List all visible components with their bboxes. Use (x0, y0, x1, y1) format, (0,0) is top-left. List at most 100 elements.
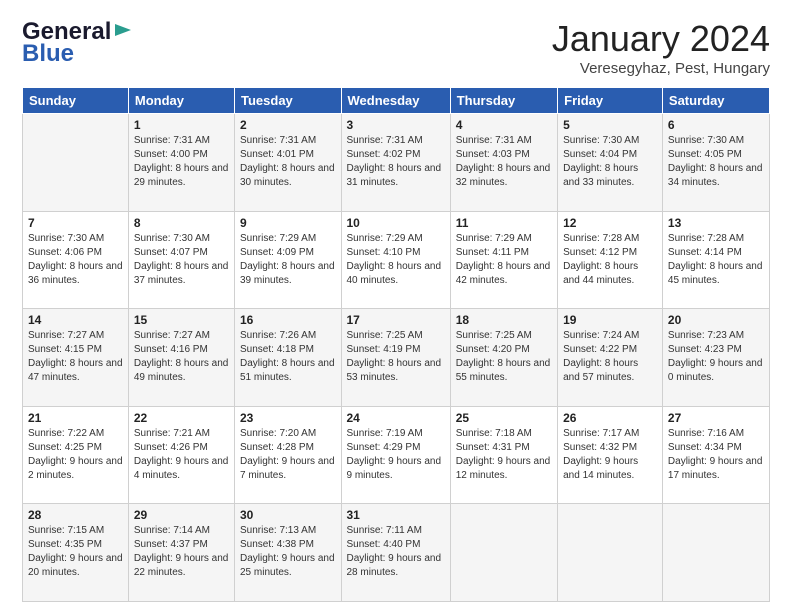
cell-4-4 (450, 504, 557, 602)
cell-info: Sunrise: 7:23 AMSunset: 4:23 PMDaylight:… (668, 329, 764, 385)
cell-4-3: 31 Sunrise: 7:11 AMSunset: 4:40 PMDayligh… (341, 504, 450, 602)
day-number: 25 (456, 411, 552, 425)
cell-info: Sunrise: 7:29 AMSunset: 4:11 PMDaylight:… (456, 232, 552, 288)
cell-info: Sunrise: 7:31 AMSunset: 4:03 PMDaylight:… (456, 134, 552, 190)
cell-info: Sunrise: 7:28 AMSunset: 4:14 PMDaylight:… (668, 232, 764, 288)
day-number: 22 (134, 411, 229, 425)
page: General Blue January 2024 Veresegyhaz, P… (0, 0, 792, 612)
cell-info: Sunrise: 7:22 AMSunset: 4:25 PMDaylight:… (28, 427, 123, 483)
calendar-table: Sunday Monday Tuesday Wednesday Thursday… (22, 87, 770, 602)
day-number: 18 (456, 313, 552, 327)
calendar-subtitle: Veresegyhaz, Pest, Hungary (552, 60, 770, 77)
day-number: 13 (668, 216, 764, 230)
day-number: 11 (456, 216, 552, 230)
day-number: 6 (668, 118, 764, 132)
header: General Blue January 2024 Veresegyhaz, P… (22, 18, 770, 77)
cell-info: Sunrise: 7:24 AMSunset: 4:22 PMDaylight:… (563, 329, 657, 385)
cell-0-4: 4 Sunrise: 7:31 AMSunset: 4:03 PMDaylight… (450, 114, 557, 212)
cell-info: Sunrise: 7:16 AMSunset: 4:34 PMDaylight:… (668, 427, 764, 483)
cell-info: Sunrise: 7:30 AMSunset: 4:04 PMDaylight:… (563, 134, 657, 190)
col-monday: Monday (128, 88, 234, 114)
header-row: Sunday Monday Tuesday Wednesday Thursday… (23, 88, 770, 114)
cell-4-2: 30Sunrise: 7:13 AMSunset: 4:38 PMDayligh… (235, 504, 342, 602)
cell-info: Sunrise: 7:26 AMSunset: 4:18 PMDaylight:… (240, 329, 336, 385)
cell-4-6 (662, 504, 769, 602)
day-number: 21 (28, 411, 123, 425)
day-number: 7 (28, 216, 123, 230)
col-saturday: Saturday (662, 88, 769, 114)
cell-0-2: 2 Sunrise: 7:31 AMSunset: 4:01 PMDaylight… (235, 114, 342, 212)
week-row-4: 28 Sunrise: 7:15 AMSunset: 4:35 PMDayligh… (23, 504, 770, 602)
cell-2-4: 18 Sunrise: 7:25 AMSunset: 4:20 PMDayligh… (450, 309, 557, 407)
day-number: 17 (347, 313, 445, 327)
cell-2-2: 16 Sunrise: 7:26 AMSunset: 4:18 PMDayligh… (235, 309, 342, 407)
calendar-title: January 2024 (552, 18, 770, 60)
cell-3-6: 27 Sunrise: 7:16 AMSunset: 4:34 PMDayligh… (662, 406, 769, 504)
cell-2-6: 20 Sunrise: 7:23 AMSunset: 4:23 PMDayligh… (662, 309, 769, 407)
cell-3-2: 23 Sunrise: 7:20 AMSunset: 4:28 PMDayligh… (235, 406, 342, 504)
cell-info: Sunrise: 7:30 AMSunset: 4:05 PMDaylight:… (668, 134, 764, 190)
title-block: January 2024 Veresegyhaz, Pest, Hungary (552, 18, 770, 77)
col-tuesday: Tuesday (235, 88, 342, 114)
cell-0-0 (23, 114, 129, 212)
cell-info: Sunrise: 7:31 AMSunset: 4:01 PMDaylight:… (240, 134, 336, 190)
cell-1-5: 12Sunrise: 7:28 AMSunset: 4:12 PMDayligh… (558, 211, 663, 309)
cell-info: Sunrise: 7:30 AMSunset: 4:07 PMDaylight:… (134, 232, 229, 288)
cell-3-0: 21 Sunrise: 7:22 AMSunset: 4:25 PMDayligh… (23, 406, 129, 504)
cell-info: Sunrise: 7:25 AMSunset: 4:20 PMDaylight:… (456, 329, 552, 385)
day-number: 23 (240, 411, 336, 425)
cell-1-0: 7 Sunrise: 7:30 AMSunset: 4:06 PMDaylight… (23, 211, 129, 309)
day-number: 1 (134, 118, 229, 132)
cell-3-4: 25 Sunrise: 7:18 AMSunset: 4:31 PMDayligh… (450, 406, 557, 504)
cell-info: Sunrise: 7:21 AMSunset: 4:26 PMDaylight:… (134, 427, 229, 483)
logo: General Blue (22, 18, 133, 68)
day-number: 9 (240, 216, 336, 230)
cell-info: Sunrise: 7:20 AMSunset: 4:28 PMDaylight:… (240, 427, 336, 483)
cell-1-2: 9 Sunrise: 7:29 AMSunset: 4:09 PMDaylight… (235, 211, 342, 309)
col-sunday: Sunday (23, 88, 129, 114)
day-number: 5 (563, 118, 657, 132)
cell-info: Sunrise: 7:29 AMSunset: 4:10 PMDaylight:… (347, 232, 445, 288)
cell-0-6: 6 Sunrise: 7:30 AMSunset: 4:05 PMDaylight… (662, 114, 769, 212)
day-number: 28 (28, 508, 123, 522)
day-number: 29 (134, 508, 229, 522)
cell-2-1: 15Sunrise: 7:27 AMSunset: 4:16 PMDayligh… (128, 309, 234, 407)
cell-info: Sunrise: 7:29 AMSunset: 4:09 PMDaylight:… (240, 232, 336, 288)
cell-info: Sunrise: 7:17 AMSunset: 4:32 PMDaylight:… (563, 427, 657, 483)
day-number: 19 (563, 313, 657, 327)
cell-0-1: 1 Sunrise: 7:31 AMSunset: 4:00 PMDaylight… (128, 114, 234, 212)
cell-info: Sunrise: 7:11 AMSunset: 4:40 PMDaylight:… (347, 524, 445, 580)
cell-info: Sunrise: 7:31 AMSunset: 4:00 PMDaylight:… (134, 134, 229, 190)
cell-2-3: 17 Sunrise: 7:25 AMSunset: 4:19 PMDayligh… (341, 309, 450, 407)
cell-info: Sunrise: 7:31 AMSunset: 4:02 PMDaylight:… (347, 134, 445, 190)
cell-1-6: 13 Sunrise: 7:28 AMSunset: 4:14 PMDayligh… (662, 211, 769, 309)
cell-info: Sunrise: 7:27 AMSunset: 4:16 PMDaylight:… (134, 329, 229, 385)
cell-info: Sunrise: 7:25 AMSunset: 4:19 PMDaylight:… (347, 329, 445, 385)
cell-info: Sunrise: 7:28 AMSunset: 4:12 PMDaylight:… (563, 232, 657, 288)
cell-4-1: 29Sunrise: 7:14 AMSunset: 4:37 PMDayligh… (128, 504, 234, 602)
day-number: 16 (240, 313, 336, 327)
cell-1-4: 11 Sunrise: 7:29 AMSunset: 4:11 PMDayligh… (450, 211, 557, 309)
day-number: 2 (240, 118, 336, 132)
cell-0-5: 5 Sunrise: 7:30 AMSunset: 4:04 PMDaylight… (558, 114, 663, 212)
cell-3-3: 24 Sunrise: 7:19 AMSunset: 4:29 PMDayligh… (341, 406, 450, 504)
day-number: 27 (668, 411, 764, 425)
day-number: 30 (240, 508, 336, 522)
col-friday: Friday (558, 88, 663, 114)
week-row-3: 21 Sunrise: 7:22 AMSunset: 4:25 PMDayligh… (23, 406, 770, 504)
day-number: 4 (456, 118, 552, 132)
logo-text: General Blue (22, 18, 133, 68)
cell-0-3: 3Sunrise: 7:31 AMSunset: 4:02 PMDaylight… (341, 114, 450, 212)
cell-info: Sunrise: 7:30 AMSunset: 4:06 PMDaylight:… (28, 232, 123, 288)
cell-info: Sunrise: 7:18 AMSunset: 4:31 PMDaylight:… (456, 427, 552, 483)
cell-info: Sunrise: 7:19 AMSunset: 4:29 PMDaylight:… (347, 427, 445, 483)
day-number: 26 (563, 411, 657, 425)
logo-arrow-icon (113, 20, 133, 40)
cell-3-5: 26 Sunrise: 7:17 AMSunset: 4:32 PMDayligh… (558, 406, 663, 504)
cell-info: Sunrise: 7:15 AMSunset: 4:35 PMDaylight:… (28, 524, 123, 580)
day-number: 31 (347, 508, 445, 522)
day-number: 10 (347, 216, 445, 230)
day-number: 8 (134, 216, 229, 230)
day-number: 24 (347, 411, 445, 425)
day-number: 20 (668, 313, 764, 327)
